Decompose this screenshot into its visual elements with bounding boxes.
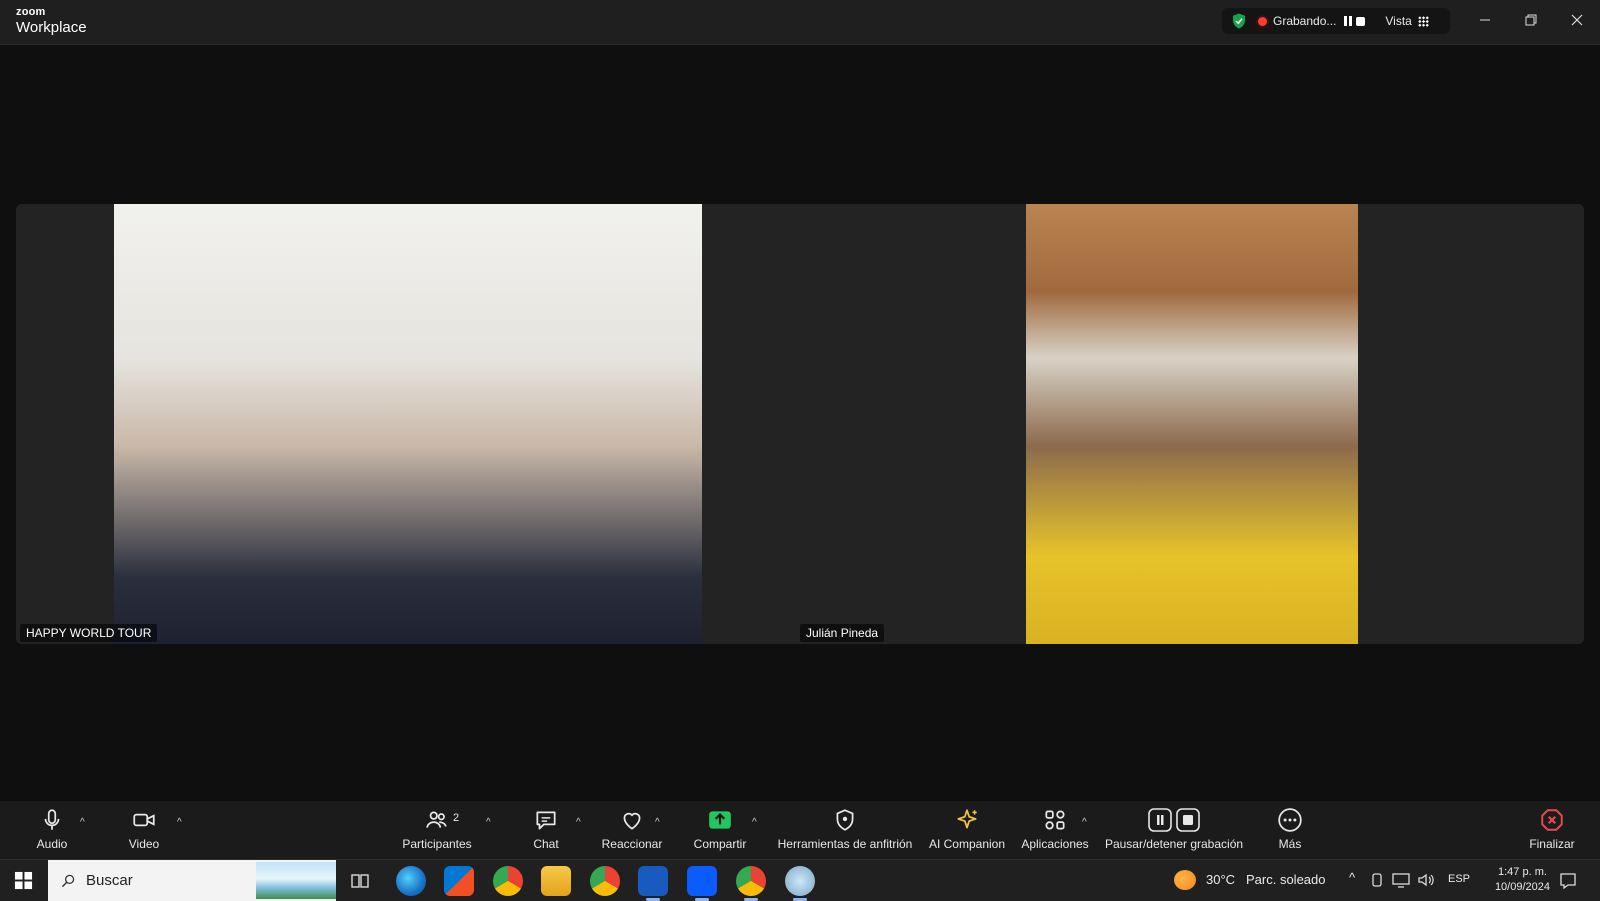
zoom-icon[interactable] <box>687 866 717 901</box>
end-meeting-icon <box>1541 809 1563 831</box>
weather-description[interactable]: Parc. soleado <box>1246 872 1326 887</box>
recording-label: Grabando... <box>1273 14 1337 28</box>
recording-status-pill: Grabando... Vista <box>1222 8 1450 34</box>
shield-icon <box>836 809 854 831</box>
chat-icon <box>536 811 556 830</box>
participant-name-tag: HAPPY WORLD TOUR <box>20 624 158 642</box>
zoom-logo: zoom Workplace <box>16 6 87 36</box>
share-button[interactable]: Compartir <box>692 807 748 857</box>
pause-recording-icon[interactable] <box>1344 16 1353 26</box>
meeting-toolbar: Audio ^ Video ^ Participantes 2 ^ Chat ^… <box>0 801 1600 859</box>
audio-button[interactable]: Audio <box>36 807 68 857</box>
system-clock[interactable]: 1:47 p. m. 10/09/2024 <box>1495 865 1550 895</box>
search-icon <box>61 874 75 887</box>
apps-button[interactable]: Aplicaciones <box>1020 807 1090 857</box>
ai-companion-button[interactable]: AI Companion <box>928 807 1006 857</box>
pause-stop-recording-label: Pausar/detener grabación <box>1104 837 1244 851</box>
participant-name-tag: Julián Pineda <box>800 624 885 642</box>
share-options-caret-icon[interactable]: ^ <box>752 817 757 828</box>
stop-recording-icon[interactable] <box>1356 16 1366 26</box>
apps-icon <box>1045 810 1065 830</box>
search-placeholder: Buscar <box>86 872 133 889</box>
heart-icon <box>623 812 641 830</box>
minimize-button[interactable] <box>1462 0 1508 40</box>
react-options-caret-icon[interactable]: ^ <box>655 817 660 828</box>
react-label: Reaccionar <box>601 837 663 851</box>
share-screen-icon <box>709 811 731 829</box>
participants-count: 2 <box>453 812 460 824</box>
microsoft-store-icon[interactable] <box>444 866 474 896</box>
end-meeting-label: Finalizar <box>1529 837 1575 851</box>
restore-button[interactable] <box>1508 0 1554 40</box>
edge-browser-icon[interactable] <box>396 866 426 896</box>
video-options-caret-icon[interactable]: ^ <box>177 817 182 828</box>
participants-options-caret-icon[interactable]: ^ <box>486 817 491 828</box>
participants-button[interactable]: Participantes <box>402 807 472 857</box>
network-icon[interactable] <box>1392 872 1410 888</box>
windows-taskbar: Buscar 30°C Parc. soleado ^ ESP 1:47 p. … <box>0 859 1600 901</box>
audio-label: Audio <box>36 837 68 851</box>
title-bar: zoom Workplace Grabando... Vista <box>0 0 1600 45</box>
windows-start-icon[interactable] <box>14 871 33 890</box>
audio-options-caret-icon[interactable]: ^ <box>80 817 85 828</box>
participant-video <box>1026 204 1358 644</box>
weather-temperature[interactable]: 30°C <box>1206 872 1235 887</box>
participants-label: Participantes <box>402 837 472 851</box>
close-icon <box>1571 14 1583 26</box>
participants-icon <box>426 811 447 828</box>
grid-view-icon[interactable] <box>1417 15 1429 27</box>
host-tools-button[interactable]: Herramientas de anfitrión <box>777 807 913 857</box>
participant-video <box>114 204 702 644</box>
end-meeting-button[interactable]: Finalizar <box>1526 807 1578 857</box>
chat-label: Chat <box>533 837 559 851</box>
chrome-incognito-icon[interactable] <box>736 866 766 901</box>
host-tools-label: Herramientas de anfitrión <box>777 837 913 851</box>
taskbar-search-box[interactable]: Buscar <box>48 860 336 901</box>
show-hidden-icons-chevron-icon[interactable]: ^ <box>1349 870 1355 885</box>
chrome-profile-icon[interactable] <box>590 866 620 896</box>
search-highlight-image <box>256 862 336 899</box>
paint-icon[interactable] <box>785 866 815 901</box>
input-language[interactable]: ESP <box>1448 873 1470 885</box>
close-button[interactable] <box>1554 0 1600 40</box>
video-button[interactable]: Video <box>126 807 162 857</box>
meet-now-icon[interactable] <box>1370 872 1386 888</box>
pause-stop-recording-icon <box>1148 808 1200 832</box>
ai-companion-label: AI Companion <box>928 837 1006 851</box>
clock-date: 10/09/2024 <box>1494 881 1550 893</box>
brand-name: Workplace <box>16 19 87 36</box>
more-button[interactable]: Más <box>1274 807 1306 857</box>
clock-time: 1:47 p. m. <box>1498 866 1547 878</box>
notifications-icon[interactable] <box>1559 872 1577 890</box>
task-view-icon[interactable] <box>350 871 370 891</box>
video-tile-happy-world-tour[interactable]: HAPPY WORLD TOUR <box>16 204 702 644</box>
volume-icon[interactable] <box>1417 872 1435 888</box>
recording-dot-icon <box>1258 16 1267 26</box>
word-icon[interactable] <box>638 866 668 901</box>
microphone-icon <box>44 809 60 830</box>
more-icon <box>1278 808 1302 832</box>
sparkle-icon <box>957 809 977 829</box>
restore-icon <box>1525 14 1537 26</box>
apps-label: Aplicaciones <box>1021 837 1089 851</box>
shield-check-icon[interactable] <box>1230 12 1248 30</box>
video-tile-julian-pineda[interactable]: Julián Pineda <box>702 204 1584 644</box>
more-label: Más <box>1278 837 1302 851</box>
pause-stop-recording-button[interactable]: Pausar/detener grabación <box>1104 807 1244 857</box>
share-label: Compartir <box>693 837 747 851</box>
view-button[interactable]: Vista <box>1385 14 1411 28</box>
react-button[interactable]: Reaccionar <box>601 807 663 857</box>
chat-button[interactable]: Chat <box>530 807 562 857</box>
brand-top: zoom <box>16 6 46 18</box>
chat-options-caret-icon[interactable]: ^ <box>576 817 581 828</box>
minimize-icon <box>1480 19 1490 21</box>
weather-icon[interactable] <box>1174 870 1196 890</box>
video-label: Video <box>128 837 160 851</box>
video-camera-icon <box>133 813 155 827</box>
chrome-icon[interactable] <box>493 866 523 896</box>
apps-options-caret-icon[interactable]: ^ <box>1082 817 1087 828</box>
file-explorer-icon[interactable] <box>541 866 571 896</box>
